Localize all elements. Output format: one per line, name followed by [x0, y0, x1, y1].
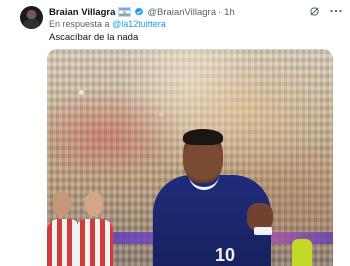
tweet-video[interactable]: 10 — [47, 49, 333, 266]
header-actions — [308, 5, 342, 17]
opponent-player — [75, 219, 113, 266]
tweet-header: Braian Villagra @BraianVillagra · 1h — [49, 5, 235, 19]
timestamp[interactable]: 1h — [224, 7, 235, 18]
referee — [292, 239, 312, 266]
separator-dot: · — [217, 6, 222, 18]
tweet-text: Ascacíbar de la nada — [49, 32, 139, 43]
opponent-player-head — [53, 192, 71, 216]
tweet[interactable]: Braian Villagra @BraianVillagra · 1h En … — [0, 0, 350, 266]
avatar[interactable] — [20, 6, 43, 29]
player-hair — [183, 129, 223, 145]
handle[interactable]: @BraianVillagra — [147, 7, 216, 18]
grok-icon[interactable] — [308, 5, 320, 17]
wrist-tape — [254, 227, 272, 235]
more-icon[interactable] — [330, 5, 342, 17]
reply-mention-link[interactable]: @la12tuittera — [112, 19, 166, 29]
jersey-number: 10 — [215, 245, 236, 265]
verified-icon — [135, 7, 144, 16]
argentina-flag-icon — [118, 7, 132, 17]
display-name[interactable]: Braian Villagra — [49, 7, 115, 18]
reply-context: En respuesta a @la12tuittera — [49, 19, 166, 29]
opponent-player-head — [85, 192, 103, 216]
reply-prefix: En respuesta a — [49, 19, 110, 29]
